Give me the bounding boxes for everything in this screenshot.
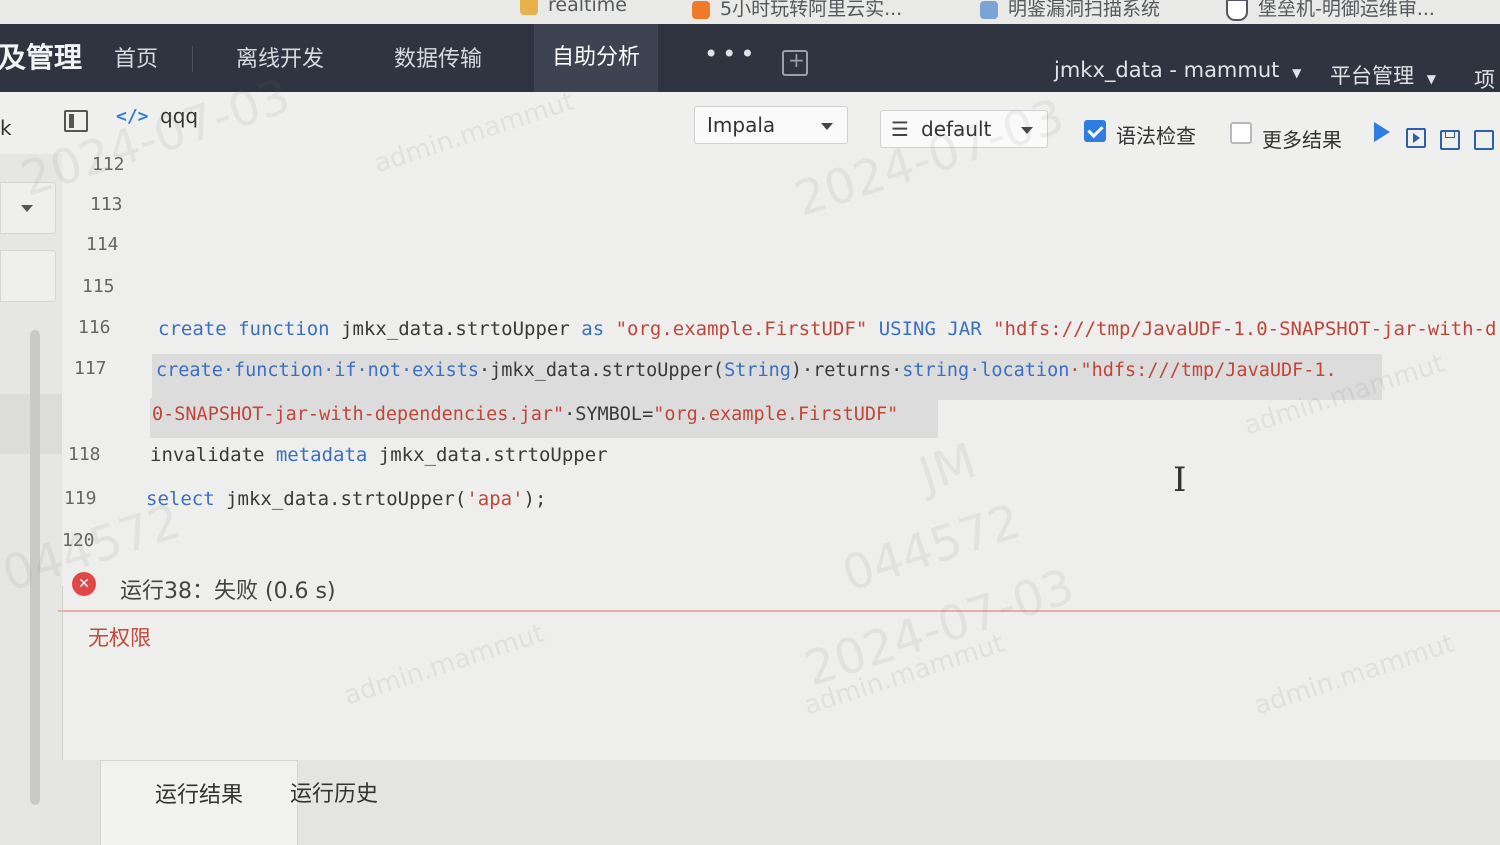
line-number: 119 xyxy=(64,488,97,509)
project-menu[interactable]: 项 xyxy=(1474,64,1495,94)
line-number: 115 xyxy=(82,276,115,297)
run-status: 运行38：失败 (0.6 s) xyxy=(120,579,336,604)
nav-offline-dev[interactable]: 离线开发 xyxy=(236,41,324,73)
chevron-down-icon xyxy=(21,205,33,212)
chevron-down-icon: ▼ xyxy=(1426,72,1436,86)
left-panel-label: k xyxy=(0,116,12,140)
more-results-checkbox[interactable] xyxy=(1230,122,1252,144)
error-icon: ✕ xyxy=(72,572,96,596)
more-results-label: 更多结果 xyxy=(1262,128,1342,152)
folder-icon xyxy=(520,0,538,15)
user-menu[interactable]: jmkx_data - mammut ▼ xyxy=(1054,58,1301,82)
script-name[interactable]: qqq xyxy=(160,104,198,128)
nav-data-transfer[interactable]: 数据传输 xyxy=(394,41,482,73)
line-number: 117 xyxy=(74,358,107,379)
bookmark-bar: realtime 5小时玩转阿里云实... 明鉴漏洞扫描系统 堡垒机-明御运维审… xyxy=(0,0,1500,24)
export-icon[interactable] xyxy=(1474,130,1494,150)
syntax-check-label: 语法检查 xyxy=(1116,124,1196,148)
bookmark-bastion[interactable]: 堡垒机-明御运维审... xyxy=(1226,0,1435,21)
error-message: 无权限 xyxy=(88,626,151,650)
line-number: 113 xyxy=(90,194,123,215)
aliyun-icon xyxy=(692,0,710,19)
chevron-down-icon: ▼ xyxy=(1292,66,1302,80)
bookmark-aliyun[interactable]: 5小时玩转阿里云实... xyxy=(692,0,902,21)
nav-home[interactable]: 首页 xyxy=(114,41,158,73)
watermark: admin.mammut xyxy=(800,628,1008,722)
text-cursor-icon: I xyxy=(1173,460,1187,500)
tab-run-history[interactable]: 运行历史 xyxy=(262,760,406,845)
top-nav: 及管理 首页 离线开发 数据传输 自助分析 ••• jmkx_data - ma… xyxy=(0,24,1500,92)
sidebar-panel[interactable] xyxy=(0,250,56,302)
sidebar-dropdown[interactable] xyxy=(0,182,56,234)
engine-select[interactable]: Impala xyxy=(694,106,848,144)
bookmark-realtime[interactable]: realtime xyxy=(520,0,627,16)
nav-self-analysis[interactable]: 自助分析 xyxy=(534,24,659,92)
vertical-scrollbar[interactable] xyxy=(30,330,40,805)
app-brand: 及管理 xyxy=(0,41,83,74)
run-icon[interactable] xyxy=(1374,122,1390,142)
line-number: 116 xyxy=(78,317,111,338)
expand-icon[interactable] xyxy=(782,48,808,76)
bookmark-vuln-scan[interactable]: 明鉴漏洞扫描系统 xyxy=(980,0,1160,21)
status-divider xyxy=(58,610,1500,612)
panel-toggle-icon[interactable] xyxy=(64,110,88,132)
code-icon: </> xyxy=(116,106,149,127)
editor-toolbar: k </> qqq Impala ☰ default 语法检查 更多结果 xyxy=(0,92,1500,154)
syntax-check-checkbox[interactable] xyxy=(1084,120,1106,142)
code-line-117-wrap[interactable]: 0-SNAPSHOT-jar-with-dependencies.jar"·SY… xyxy=(152,404,898,425)
code-line-119[interactable]: select jmkx_data.strtoUpper('apa'); xyxy=(146,488,546,510)
watermark: admin.mammut xyxy=(340,618,548,712)
save-icon[interactable] xyxy=(1440,130,1460,150)
line-number: 120 xyxy=(62,530,95,551)
code-line-117[interactable]: create·function·if·not·exists·jmkx_data.… xyxy=(156,360,1337,381)
line-number: 118 xyxy=(68,444,101,465)
scan-icon xyxy=(980,0,998,19)
code-line-118[interactable]: invalidate metadata jmkx_data.strtoUpper xyxy=(150,444,608,466)
chevron-down-icon xyxy=(1021,127,1033,134)
chevron-down-icon xyxy=(821,123,833,130)
line-number: 114 xyxy=(86,234,119,255)
line-number: 112 xyxy=(92,154,125,175)
run-selection-icon[interactable] xyxy=(1406,128,1426,148)
database-select[interactable]: ☰ default xyxy=(880,110,1048,148)
more-menu-icon[interactable]: ••• xyxy=(704,40,758,68)
shield-icon xyxy=(1226,0,1248,21)
nav-divider xyxy=(192,46,193,72)
list-icon: ☰ xyxy=(891,117,909,141)
code-line-116[interactable]: create function jmkx_data.strtoUpper as … xyxy=(158,318,1496,340)
watermark: admin.mammut xyxy=(1250,628,1458,722)
platform-admin-menu[interactable]: 平台管理 ▼ xyxy=(1330,60,1436,90)
result-tabs: 运行结果 运行历史 xyxy=(40,760,1500,845)
